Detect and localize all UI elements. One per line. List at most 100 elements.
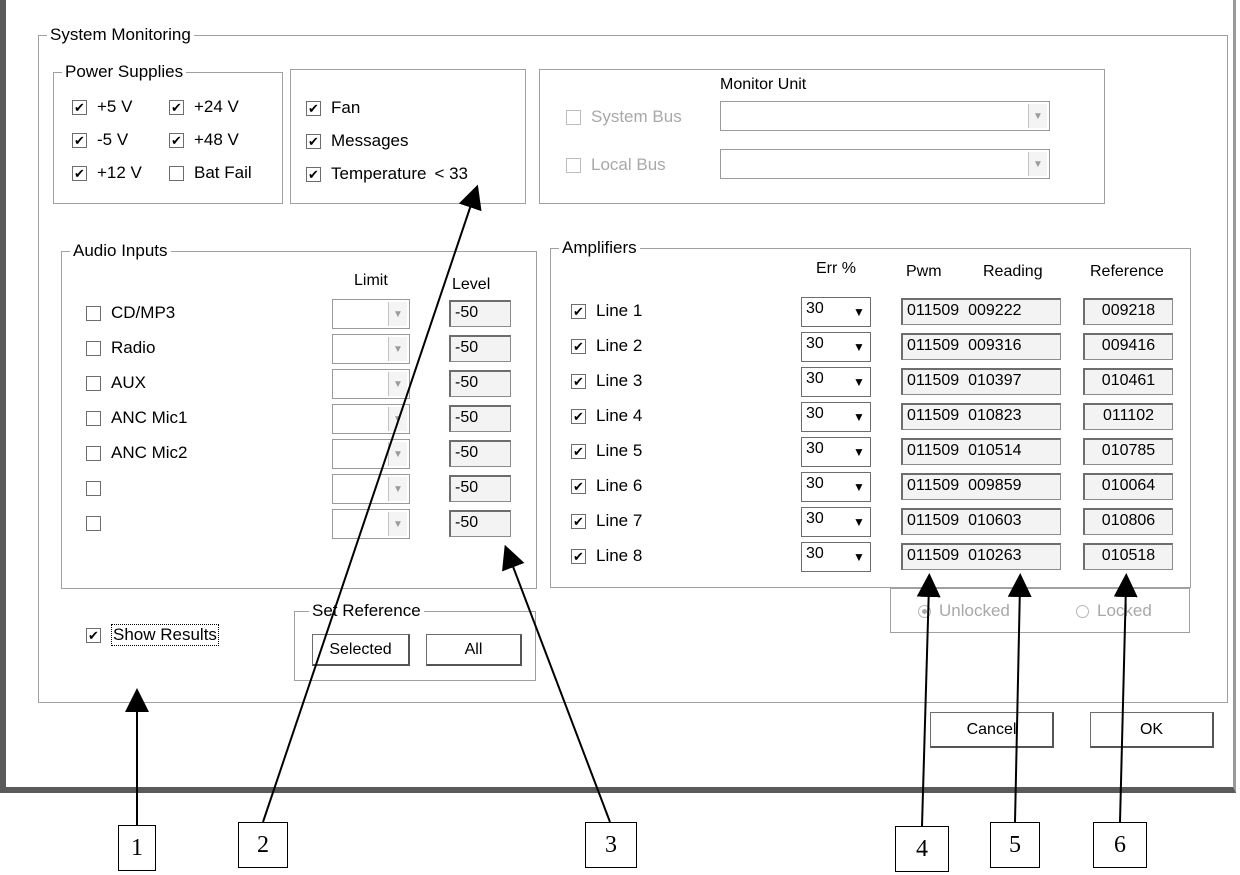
callout-box-2: 2 (238, 822, 288, 868)
amplifier-line-checkbox[interactable]: Line 6 (571, 475, 642, 497)
chevron-down-icon: ▼ (388, 512, 407, 536)
audio-limit-select[interactable]: ▼ (332, 334, 410, 364)
chevron-down-icon: ▼ (850, 510, 868, 534)
audio-limit-select[interactable]: ▼ (332, 404, 410, 434)
temperature-value: < 33 (434, 164, 468, 183)
power-supply-label: Bat Fail (194, 163, 252, 182)
amplifier-line-checkbox[interactable]: Line 3 (571, 370, 642, 392)
show-results-checkbox[interactable]: Show Results (86, 624, 219, 646)
system-monitoring-title: System Monitoring (47, 25, 194, 45)
amplifier-line-label: Line 3 (596, 371, 643, 390)
monitor-unit-group (539, 69, 1105, 204)
check-icon (86, 445, 101, 461)
chevron-down-icon: ▼ (388, 337, 407, 361)
power-supply-checkbox[interactable]: +48 V (169, 129, 239, 151)
messages-check-icon (306, 133, 321, 149)
reference-header: Reference (1090, 263, 1164, 280)
unlocked-radio[interactable]: Unlocked (918, 601, 1010, 621)
audio-input-label: ANC Mic1 (111, 408, 188, 427)
pwm-reading-field: 011509 009222 (901, 298, 1061, 325)
reference-field: 010518 (1083, 543, 1173, 570)
amplifier-line-checkbox[interactable]: Line 1 (571, 300, 642, 322)
fan-checkbox[interactable]: Fan (306, 97, 360, 119)
amplifier-line-checkbox[interactable]: Line 4 (571, 405, 642, 427)
temperature-checkbox[interactable]: Temperature < 33 (306, 163, 468, 185)
level-header: Level (452, 276, 491, 293)
power-supply-label: +12 V (97, 163, 142, 182)
audio-limit-select[interactable]: ▼ (332, 299, 410, 329)
err-percent-select[interactable]: 30 ▼ (801, 507, 871, 537)
set-reference-selected-button[interactable]: Selected (312, 634, 410, 666)
err-percent-select[interactable]: 30 ▼ (801, 297, 871, 327)
amplifier-line-label: Line 8 (596, 546, 643, 565)
chevron-down-icon: ▼ (388, 372, 407, 396)
power-supply-checkbox[interactable]: Bat Fail (169, 162, 252, 184)
limit-header: Limit (354, 272, 388, 289)
check-icon (571, 443, 586, 459)
audio-input-checkbox[interactable]: ANC Mic1 (86, 407, 188, 429)
audio-input-checkbox[interactable]: CD/MP3 (86, 302, 175, 324)
local-bus-label: Local Bus (591, 155, 666, 174)
amplifier-line-checkbox[interactable]: Line 8 (571, 545, 642, 567)
amplifier-line-checkbox[interactable]: Line 5 (571, 440, 642, 462)
audio-level-field: -50 (449, 510, 511, 537)
local-bus-checkbox[interactable]: Local Bus (566, 154, 666, 176)
radio-empty-icon (1076, 604, 1089, 618)
amplifiers-title: Amplifiers (559, 238, 640, 258)
err-percent-select[interactable]: 30 ▼ (801, 367, 871, 397)
check-icon (72, 132, 87, 148)
err-percent-select[interactable]: 30 ▼ (801, 437, 871, 467)
ok-button[interactable]: OK (1090, 712, 1214, 748)
audio-input-checkbox[interactable]: AUX (86, 372, 146, 394)
system-bus-select[interactable]: ▼ (720, 101, 1050, 131)
amplifier-line-label: Line 4 (596, 406, 643, 425)
check-icon (571, 373, 586, 389)
monitor-unit-title: Monitor Unit (720, 76, 807, 93)
err-percent-select[interactable]: 30 ▼ (801, 472, 871, 502)
err-percent-value: 30 (806, 300, 824, 317)
audio-limit-select[interactable]: ▼ (332, 509, 410, 539)
power-supply-checkbox[interactable]: +5 V (72, 96, 132, 118)
system-bus-checkbox[interactable]: System Bus (566, 106, 682, 128)
callout-box-5: 5 (990, 822, 1040, 868)
audio-input-checkbox[interactable]: Radio (86, 337, 155, 359)
set-reference-all-button[interactable]: All (426, 634, 522, 666)
messages-checkbox[interactable]: Messages (306, 130, 408, 152)
amplifier-line-checkbox[interactable]: Line 7 (571, 510, 642, 532)
audio-input-label: CD/MP3 (111, 303, 176, 322)
amplifier-line-checkbox[interactable]: Line 2 (571, 335, 642, 357)
audio-limit-select[interactable]: ▼ (332, 474, 410, 504)
err-percent-value: 30 (806, 510, 824, 527)
power-supply-checkbox[interactable]: +24 V (169, 96, 239, 118)
local-bus-select[interactable]: ▼ (720, 149, 1050, 179)
audio-limit-select[interactable]: ▼ (332, 369, 410, 399)
err-percent-select[interactable]: 30 ▼ (801, 332, 871, 362)
err-percent-select[interactable]: 30 ▼ (801, 542, 871, 572)
locked-radio[interactable]: Locked (1076, 601, 1152, 621)
audio-input-label: AUX (111, 373, 146, 392)
power-supply-label: -5 V (97, 130, 129, 149)
audio-limit-select[interactable]: ▼ (332, 439, 410, 469)
system-bus-label: System Bus (591, 107, 682, 126)
err-percent-value: 30 (806, 335, 824, 352)
audio-input-checkbox[interactable] (86, 477, 111, 499)
reference-field: 011102 (1083, 403, 1173, 430)
pwm-reading-field: 011509 010603 (901, 508, 1061, 535)
unlocked-label: Unlocked (939, 601, 1010, 620)
reference-field: 010785 (1083, 438, 1173, 465)
temperature-label: Temperature (331, 164, 427, 183)
chevron-down-icon: ▼ (388, 407, 407, 431)
power-supplies-title: Power Supplies (62, 62, 187, 82)
audio-input-checkbox[interactable] (86, 512, 111, 534)
chevron-down-icon: ▼ (850, 300, 868, 324)
power-supply-checkbox[interactable]: -5 V (72, 129, 128, 151)
power-supply-checkbox[interactable]: +12 V (72, 162, 142, 184)
chevron-down-icon: ▼ (388, 302, 407, 326)
cancel-button[interactable]: Cancel (930, 712, 1054, 748)
audio-input-checkbox[interactable]: ANC Mic2 (86, 442, 188, 464)
amplifier-line-label: Line 2 (596, 336, 643, 355)
chevron-down-icon: ▼ (850, 545, 868, 569)
pwm-reading-field: 011509 010263 (901, 543, 1061, 570)
check-icon (72, 99, 87, 115)
err-percent-select[interactable]: 30 ▼ (801, 402, 871, 432)
